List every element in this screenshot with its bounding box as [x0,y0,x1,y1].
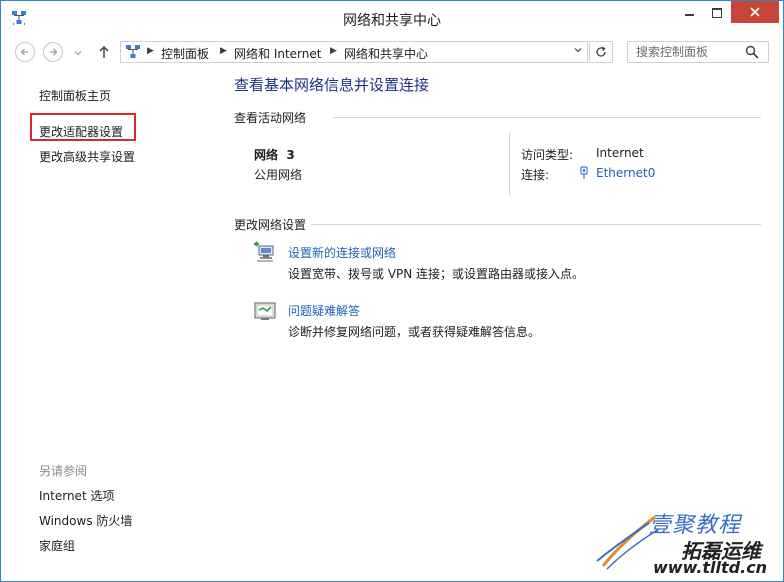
setup-new-connection-link[interactable]: 设置新的连接或网络 [288,244,396,261]
navigation-bar: ▶ 控制面板 ▶ 网络和 Internet ▶ 网络和共享中心 [1,35,783,69]
troubleshoot-problems-description: 诊断并修复网络问题，或者获得疑难解答信息。 [288,325,541,339]
sidebar-item-internet-options[interactable]: Internet 选项 [39,487,114,504]
access-type-label: 访问类型: [521,148,574,162]
window-title: 网络和共享中心 [343,13,441,29]
network-category-link[interactable]: 公用网络 [254,166,302,183]
sidebar-item-change-advanced-sharing[interactable]: 更改高级共享设置 [39,148,135,165]
sidebar-item-change-adapter-settings[interactable]: 更改适配器设置 [39,123,123,140]
access-type-value: Internet [596,146,644,160]
sidebar-item-windows-firewall[interactable]: Windows 防火墙 [39,512,132,529]
chevron-down-icon [574,48,582,53]
back-button[interactable] [15,42,35,62]
address-bar[interactable]: ▶ 控制面板 ▶ 网络和 Internet ▶ 网络和共享中心 [120,41,588,63]
breadcrumb-network-internet[interactable]: 网络和 Internet [234,45,321,62]
up-arrow-icon [99,45,109,58]
ethernet-connection-link[interactable]: Ethernet0 [596,166,655,180]
breadcrumb-separator-icon[interactable]: ▶ [330,46,337,56]
forward-button[interactable] [43,42,63,62]
search-icon[interactable] [745,45,759,59]
breadcrumb-control-panel[interactable]: 控制面板 [161,45,209,62]
network-name: 网络 3 [254,148,295,162]
active-networks-heading: 查看活动网络 [234,111,307,125]
minimize-icon [684,14,694,16]
section-divider [333,117,761,118]
up-button[interactable] [95,43,113,61]
troubleshoot-icon [254,302,276,320]
maximize-icon [712,8,722,18]
recent-locations-chevron-icon[interactable] [72,47,84,59]
network-setup-icon [254,241,274,262]
change-settings-heading: 更改网络设置 [234,218,307,232]
close-icon [750,7,760,17]
breadcrumb-separator-icon[interactable]: ▶ [147,46,154,56]
breadcrumb-separator-icon[interactable]: ▶ [220,46,227,56]
refresh-icon [596,46,606,57]
maximize-button[interactable] [703,1,731,25]
ethernet-icon [580,166,588,179]
page-title: 查看基本网络信息并设置连接 [234,76,430,94]
title-bar: 网络和共享中心 [1,1,783,35]
vertical-divider [509,133,510,195]
address-dropdown-icon[interactable] [572,45,584,59]
section-divider [311,224,761,225]
forward-arrow-icon [50,48,58,56]
site-watermark: 壹聚教程 拓磊运维 www.tlltd.cn [591,503,783,581]
connections-label: 连接: [521,168,550,182]
refresh-button[interactable] [589,41,613,63]
troubleshoot-problems-link[interactable]: 问题疑难解答 [288,302,360,319]
network-center-icon [126,45,140,58]
breadcrumb-network-sharing-center[interactable]: 网络和共享中心 [344,45,428,62]
setup-new-connection-description: 设置宽带、拨号或 VPN 连接；或设置路由器或接入点。 [288,267,585,281]
close-button[interactable] [731,1,779,23]
left-navigation-pane: 控制面板主页 更改适配器设置 更改高级共享设置 另请参阅 Internet 选项… [1,69,223,581]
back-arrow-icon [20,48,28,56]
sidebar-item-homegroup[interactable]: 家庭组 [39,537,75,554]
see-also-heading: 另请参阅 [39,464,88,478]
sidebar-item-control-panel-home[interactable]: 控制面板主页 [39,87,111,104]
network-sharing-center-window: 网络和共享中心 ▶ 控制面板 ▶ 网络和 Internet ▶ 网络和共享中心 … [0,0,784,582]
minimize-button[interactable] [675,1,703,25]
watermark-url: www.tlltd.cn [653,558,768,577]
